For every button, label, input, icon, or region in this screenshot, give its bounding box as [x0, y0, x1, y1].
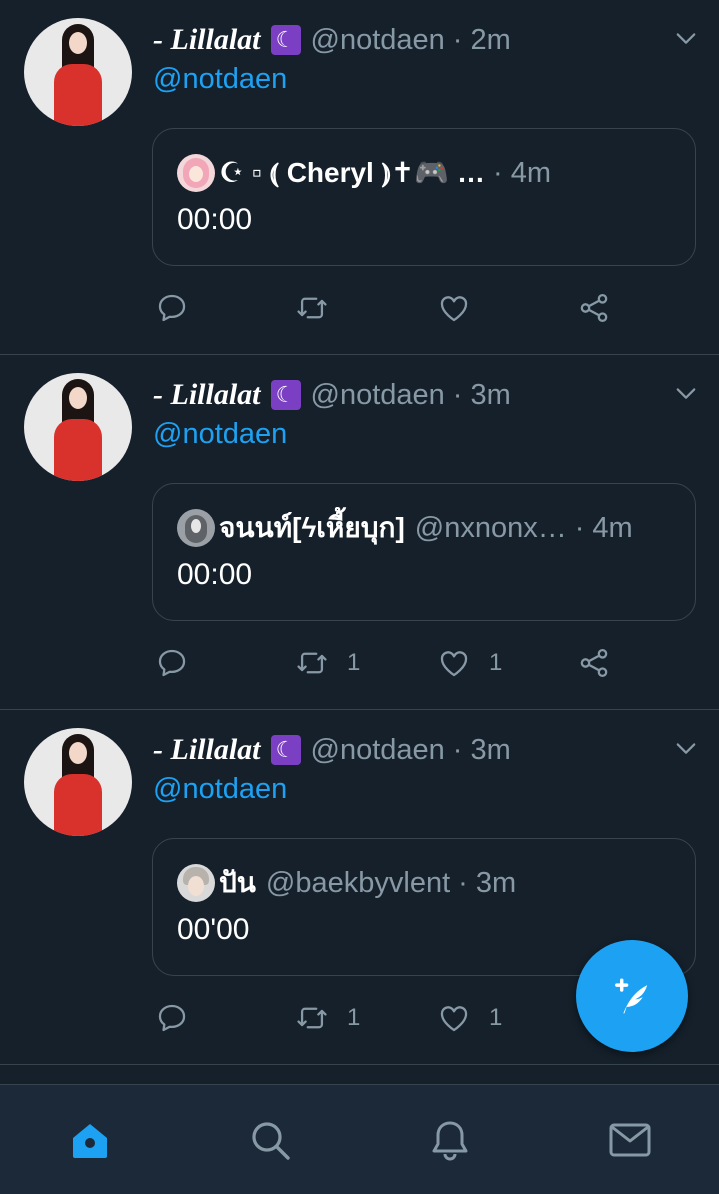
home-icon [73, 1124, 107, 1158]
retweet-icon [297, 1007, 327, 1029]
compose-tweet-button[interactable] [576, 940, 688, 1052]
retweet-icon [297, 297, 327, 319]
tweet[interactable]: - Lillalat ☾ @notdaen · 2m @notdaen ☪︎ ▫… [0, 0, 719, 355]
chevron-down-icon[interactable] [675, 383, 697, 405]
nav-home[interactable] [68, 1118, 112, 1162]
user-handle[interactable]: @notdaen [311, 24, 445, 57]
reply-icon [158, 294, 186, 322]
reply-button[interactable] [155, 998, 207, 1038]
share-icon [580, 293, 608, 323]
tweet-header: - Lillalat ☾ @notdaen · 3m [153, 375, 511, 415]
pink-hair-avatar-icon [177, 154, 215, 192]
timestamp[interactable]: 2m [470, 24, 510, 57]
moon-emoji: ☾ [270, 735, 301, 765]
separator-dot: · [452, 733, 463, 766]
separator-dot: · [493, 156, 503, 189]
nav-messages[interactable] [608, 1118, 652, 1162]
like-button[interactable]: 1 [437, 998, 502, 1038]
display-name[interactable]: - Lillalat [153, 733, 261, 767]
avatar[interactable] [24, 18, 132, 126]
quoted-text: 00'00 [177, 913, 250, 946]
user-handle[interactable]: @notdaen [311, 734, 445, 767]
search-icon [252, 1122, 290, 1160]
moon-emoji: ☾ [270, 25, 301, 55]
quoted-tweet[interactable]: ☪︎ ▫︎ ⦅ Cheryl ⦆✝🎮 … · 4m 00:00 [152, 128, 696, 266]
quoted-handle: @nxnonx… [414, 511, 567, 544]
moon-emoji: ☾ [270, 380, 301, 410]
chevron-down-icon[interactable] [675, 738, 697, 760]
separator-dot: · [452, 378, 463, 411]
reply-mention[interactable]: @notdaen [153, 418, 287, 451]
display-name[interactable]: - Lillalat [153, 23, 261, 57]
retweet-count: 1 [347, 649, 361, 676]
heart-icon [440, 1006, 468, 1032]
heart-icon [440, 296, 468, 322]
tweet-actions: 1 1 [155, 643, 675, 683]
quoted-display-name: ☪︎ ▫︎ ⦅ Cheryl ⦆✝🎮 … [219, 157, 486, 188]
retweet-button[interactable]: 1 [295, 998, 360, 1038]
reply-button[interactable] [155, 288, 207, 328]
retweet-button[interactable]: 1 [295, 643, 360, 683]
tweet-header: - Lillalat ☾ @notdaen · 3m [153, 730, 511, 770]
reply-mention[interactable]: @notdaen [153, 773, 287, 806]
share-button[interactable] [577, 288, 611, 328]
like-count: 1 [489, 649, 503, 676]
user-handle[interactable]: @notdaen [311, 379, 445, 412]
display-name[interactable]: - Lillalat [153, 378, 261, 412]
timeline-feed[interactable]: - Lillalat ☾ @notdaen · 2m @notdaen ☪︎ ▫… [0, 0, 719, 1084]
retweet-button[interactable] [295, 288, 347, 328]
like-count: 1 [489, 1004, 503, 1031]
heart-icon [440, 651, 468, 677]
mail-icon [609, 1123, 651, 1157]
tweet-actions [155, 288, 675, 328]
quoted-handle: @baekbyvlent [265, 866, 451, 899]
reply-mention[interactable]: @notdaen [153, 63, 287, 96]
reply-button[interactable] [155, 643, 207, 683]
nav-search[interactable] [248, 1118, 292, 1162]
avatar[interactable] [24, 728, 132, 836]
quoted-display-name: ปัน [219, 867, 256, 898]
nav-notifications[interactable] [428, 1118, 472, 1162]
boy-photo-avatar-icon [177, 864, 215, 902]
separator-dot: · [452, 23, 463, 56]
quoted-text: 00:00 [177, 203, 253, 236]
quoted-tweet[interactable]: จนนท์[ϟเหี้ยบุก] @nxnonx… · 4m 00:00 [152, 483, 696, 621]
chevron-down-icon[interactable] [675, 28, 697, 50]
reply-icon [158, 649, 186, 677]
timestamp[interactable]: 3m [470, 734, 510, 767]
like-button[interactable] [437, 288, 489, 328]
tweet[interactable]: - Lillalat ☾ @notdaen · 3m @notdaen จนนท… [0, 355, 719, 710]
tweet-header: - Lillalat ☾ @notdaen · 2m [153, 20, 511, 60]
separator-dot: · [574, 511, 585, 544]
reply-icon [158, 1004, 186, 1032]
retweet-count: 1 [347, 1004, 361, 1031]
timestamp[interactable]: 3m [470, 379, 510, 412]
grey-photo-avatar-icon [177, 509, 215, 547]
share-button[interactable] [577, 643, 611, 683]
quoted-timestamp: 4m [592, 511, 633, 544]
separator-dot: · [458, 866, 468, 899]
quoted-display-name: จนนท์[ϟเหี้ยบุก] [219, 512, 405, 543]
avatar[interactable] [24, 373, 132, 481]
retweet-icon [297, 652, 327, 674]
quoted-text: 00:00 [177, 558, 253, 591]
bell-icon [432, 1121, 468, 1161]
like-button[interactable]: 1 [437, 643, 502, 683]
share-icon [580, 648, 608, 678]
bottom-navigation [0, 1084, 719, 1194]
quoted-timestamp: 4m [510, 156, 552, 189]
quoted-timestamp: 3m [475, 866, 517, 899]
compose-tweet-icon [615, 978, 648, 1014]
